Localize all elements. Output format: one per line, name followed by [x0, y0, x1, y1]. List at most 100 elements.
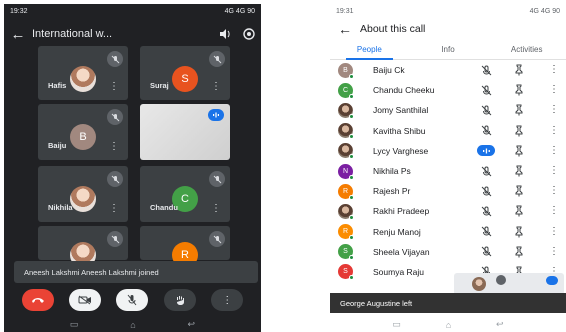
participant-avatar: B [70, 124, 96, 150]
avatar: R [338, 224, 354, 241]
more-options-icon[interactable]: ⋮ [211, 82, 221, 92]
home-icon[interactable]: ⌂ [130, 320, 135, 330]
camera-off-icon [78, 295, 92, 305]
more-options-icon[interactable]: ⋮ [109, 204, 119, 214]
muted-mic-icon [107, 171, 123, 187]
participant-tile[interactable]: Hafis ⋮ [38, 46, 128, 100]
more-options-icon[interactable]: ⋮ [549, 145, 559, 156]
back-arrow-icon[interactable]: ← [4, 26, 32, 43]
back-nav-icon[interactable]: ↩ [188, 319, 196, 330]
more-options-button[interactable]: ⋮ [211, 289, 244, 311]
list-item[interactable]: Jomy Santhilal ⋮ [330, 100, 566, 120]
speaking-indicator-icon[interactable] [477, 145, 495, 157]
participant-tile[interactable] [38, 226, 128, 268]
back-arrow-icon[interactable]: ← [330, 21, 360, 37]
meeting-title[interactable]: International w... [32, 28, 213, 40]
tab-activities[interactable]: Activities [487, 42, 566, 59]
online-status-icon [349, 174, 354, 180]
more-options-icon[interactable]: ⋮ [549, 65, 559, 75]
participant-name: Soumya Raju [373, 266, 425, 277]
more-options-icon[interactable]: ⋮ [211, 204, 221, 214]
camera-toggle-button[interactable] [69, 289, 102, 311]
back-nav-icon[interactable]: ↩ [496, 319, 504, 330]
participant-avatar: S [172, 66, 198, 92]
participant-tile[interactable]: R [140, 226, 230, 268]
speaking-indicator-icon [546, 276, 558, 285]
muted-mic-icon [209, 231, 225, 247]
more-options-icon[interactable]: ⋮ [549, 166, 559, 176]
participant-video-tile[interactable] [140, 104, 230, 160]
muted-mic-icon [209, 171, 225, 187]
online-status-icon [349, 73, 354, 79]
end-call-button[interactable] [21, 289, 54, 311]
list-item[interactable]: R Rajesh Pr ⋮ [330, 181, 566, 201]
muted-mic-icon[interactable] [479, 124, 493, 138]
status-time: 19:31 [336, 7, 354, 15]
list-item[interactable]: C Chandu Cheeku ⋮ [330, 80, 566, 100]
list-item[interactable]: N Nikhila Ps ⋮ [330, 161, 566, 181]
pin-icon[interactable] [513, 184, 525, 198]
tab-people[interactable]: People [330, 42, 409, 60]
more-options-icon[interactable]: ⋮ [549, 206, 559, 216]
avatar: N [338, 163, 354, 180]
pin-icon[interactable] [513, 124, 525, 138]
pin-icon[interactable] [513, 204, 525, 218]
online-status-icon [349, 154, 354, 160]
muted-mic-icon[interactable] [479, 225, 493, 239]
list-item[interactable]: Kavitha Shibu ⋮ [330, 121, 566, 141]
status-time: 19:32 [10, 7, 28, 15]
audio-output-icon[interactable] [213, 27, 237, 41]
mic-toggle-button[interactable] [116, 289, 149, 311]
tab-info[interactable]: Info [409, 42, 488, 59]
muted-mic-icon[interactable] [479, 103, 493, 117]
avatar: S [338, 264, 354, 281]
more-options-icon[interactable]: ⋮ [549, 186, 559, 196]
more-options-icon[interactable]: ⋮ [549, 85, 559, 95]
pin-icon[interactable] [513, 225, 525, 239]
list-item[interactable]: R Renju Manoj ⋮ [330, 222, 566, 242]
more-options-icon[interactable]: ⋮ [549, 105, 559, 115]
participant-name: Jomy Santhilal [373, 105, 429, 116]
list-item[interactable]: Rakhi Pradeep ⋮ [330, 201, 566, 221]
muted-mic-icon[interactable] [479, 83, 493, 97]
participant-tile[interactable]: Nikhila ⋮ [38, 166, 128, 222]
pin-icon[interactable] [513, 63, 525, 77]
muted-mic-icon[interactable] [479, 63, 493, 77]
muted-mic-icon [107, 109, 123, 125]
participant-name: Renju Manoj [373, 226, 421, 237]
participant-tile[interactable]: S Suraj ⋮ [140, 46, 230, 100]
more-options-icon[interactable]: ⋮ [549, 125, 559, 136]
participant-name: Nikhila [48, 203, 73, 212]
list-item[interactable]: B Baiju Ck ⋮ [330, 60, 566, 80]
switch-camera-icon[interactable] [237, 27, 261, 41]
muted-mic-icon [209, 51, 225, 67]
muted-mic-icon[interactable] [479, 164, 493, 178]
list-item[interactable]: S Sheela Vijayan ⋮ [330, 242, 566, 262]
recents-icon[interactable]: ▭ [70, 319, 79, 330]
more-options-icon[interactable]: ⋮ [549, 246, 559, 257]
muted-mic-icon[interactable] [479, 204, 493, 218]
participant-name: Rakhi Pradeep [373, 206, 430, 217]
picture-in-picture-preview[interactable] [454, 273, 564, 295]
muted-mic-icon[interactable] [479, 245, 493, 259]
participant-name: Hafis [48, 81, 67, 90]
more-options-icon[interactable]: ⋮ [549, 226, 559, 237]
more-options-icon[interactable]: ⋮ [109, 82, 119, 92]
pin-icon[interactable] [513, 144, 525, 158]
participant-name: Chandu [150, 203, 178, 212]
more-options-icon[interactable]: ⋮ [109, 142, 119, 152]
muted-mic-icon[interactable] [479, 184, 493, 198]
participant-tile[interactable]: B Baiju ⋮ [38, 104, 128, 160]
participant-avatar [70, 66, 96, 92]
pin-icon[interactable] [513, 245, 525, 259]
list-item[interactable]: Lycy Varghese ⋮ [330, 141, 566, 161]
pin-icon[interactable] [513, 164, 525, 178]
raise-hand-button[interactable] [163, 289, 196, 311]
pin-icon[interactable] [513, 83, 525, 97]
participant-tile[interactable]: C Chandu ⋮ [140, 166, 230, 222]
muted-mic-icon [107, 51, 123, 67]
home-icon[interactable]: ⌂ [446, 320, 451, 330]
pip-avatar [472, 277, 486, 291]
recents-icon[interactable]: ▭ [392, 319, 401, 330]
pin-icon[interactable] [513, 103, 525, 117]
